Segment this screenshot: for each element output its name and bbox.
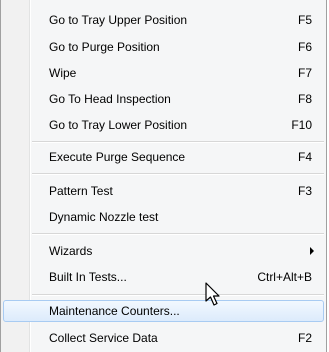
menu-item-execute-purge-sequence[interactable]: Execute Purge Sequence F4: [3, 146, 324, 168]
menu-item-shortcut: F4: [297, 150, 312, 164]
menu-item-label: Go to Tray Lower Position: [49, 118, 188, 132]
menu-item-wipe[interactable]: Wipe F7: [3, 62, 324, 84]
context-menu: Go to Tray Upper Position F5 Go to Purge…: [0, 0, 327, 352]
menu-item-maintenance-counters[interactable]: Maintenance Counters...: [3, 300, 324, 322]
menu-item-go-to-head-inspection[interactable]: Go To Head Inspection F8: [3, 88, 324, 110]
menu-item-shortcut: F3: [297, 184, 312, 198]
menu-separator: [32, 233, 324, 235]
menu-item-shortcut: F8: [297, 92, 312, 106]
menu-item-go-to-purge-position[interactable]: Go to Purge Position F6: [3, 36, 324, 58]
menu-item-label: Maintenance Counters...: [49, 304, 180, 318]
menu-item-dynamic-nozzle-test[interactable]: Dynamic Nozzle test: [3, 206, 324, 228]
menu-item-collect-service-data[interactable]: Collect Service Data F2: [3, 327, 324, 349]
menu-item-shortcut: Ctrl+Alt+B: [257, 270, 312, 284]
menu-item-label: Collect Service Data: [49, 331, 158, 345]
menu-item-label: Go to Tray Upper Position: [49, 13, 188, 27]
menu-item-go-to-tray-lower-position[interactable]: Go to Tray Lower Position F10: [3, 114, 324, 136]
menu-item-go-to-tray-upper-position[interactable]: Go to Tray Upper Position F5: [3, 9, 324, 31]
menu-item-label: Pattern Test: [49, 184, 113, 198]
menu-item-label: Go to Purge Position: [49, 40, 160, 54]
mouse-pointer-icon: [205, 282, 220, 306]
menu-item-wizards[interactable]: Wizards: [3, 240, 324, 262]
menu-item-label: Wipe: [49, 66, 77, 80]
menu-item-label: Dynamic Nozzle test: [49, 210, 159, 224]
menu-item-shortcut: F6: [297, 40, 312, 54]
chevron-right-icon: [310, 247, 314, 255]
menu-item-built-in-tests[interactable]: Built In Tests... Ctrl+Alt+B: [3, 266, 324, 288]
menu-item-pattern-test[interactable]: Pattern Test F3: [3, 180, 324, 202]
menu-separator: [32, 173, 324, 175]
menu-item-shortcut: F2: [297, 331, 312, 345]
menu-separator: [32, 141, 324, 143]
menu-item-label: Go To Head Inspection: [49, 92, 171, 106]
menu-item-label: Built In Tests...: [49, 270, 127, 284]
menu-item-label: Execute Purge Sequence: [49, 150, 186, 164]
menu-separator: [32, 294, 324, 296]
menu-item-shortcut: F5: [297, 13, 312, 27]
menu-item-label: Wizards: [49, 244, 93, 258]
menu-item-shortcut: F7: [297, 66, 312, 80]
menu-item-shortcut: F10: [291, 118, 312, 132]
